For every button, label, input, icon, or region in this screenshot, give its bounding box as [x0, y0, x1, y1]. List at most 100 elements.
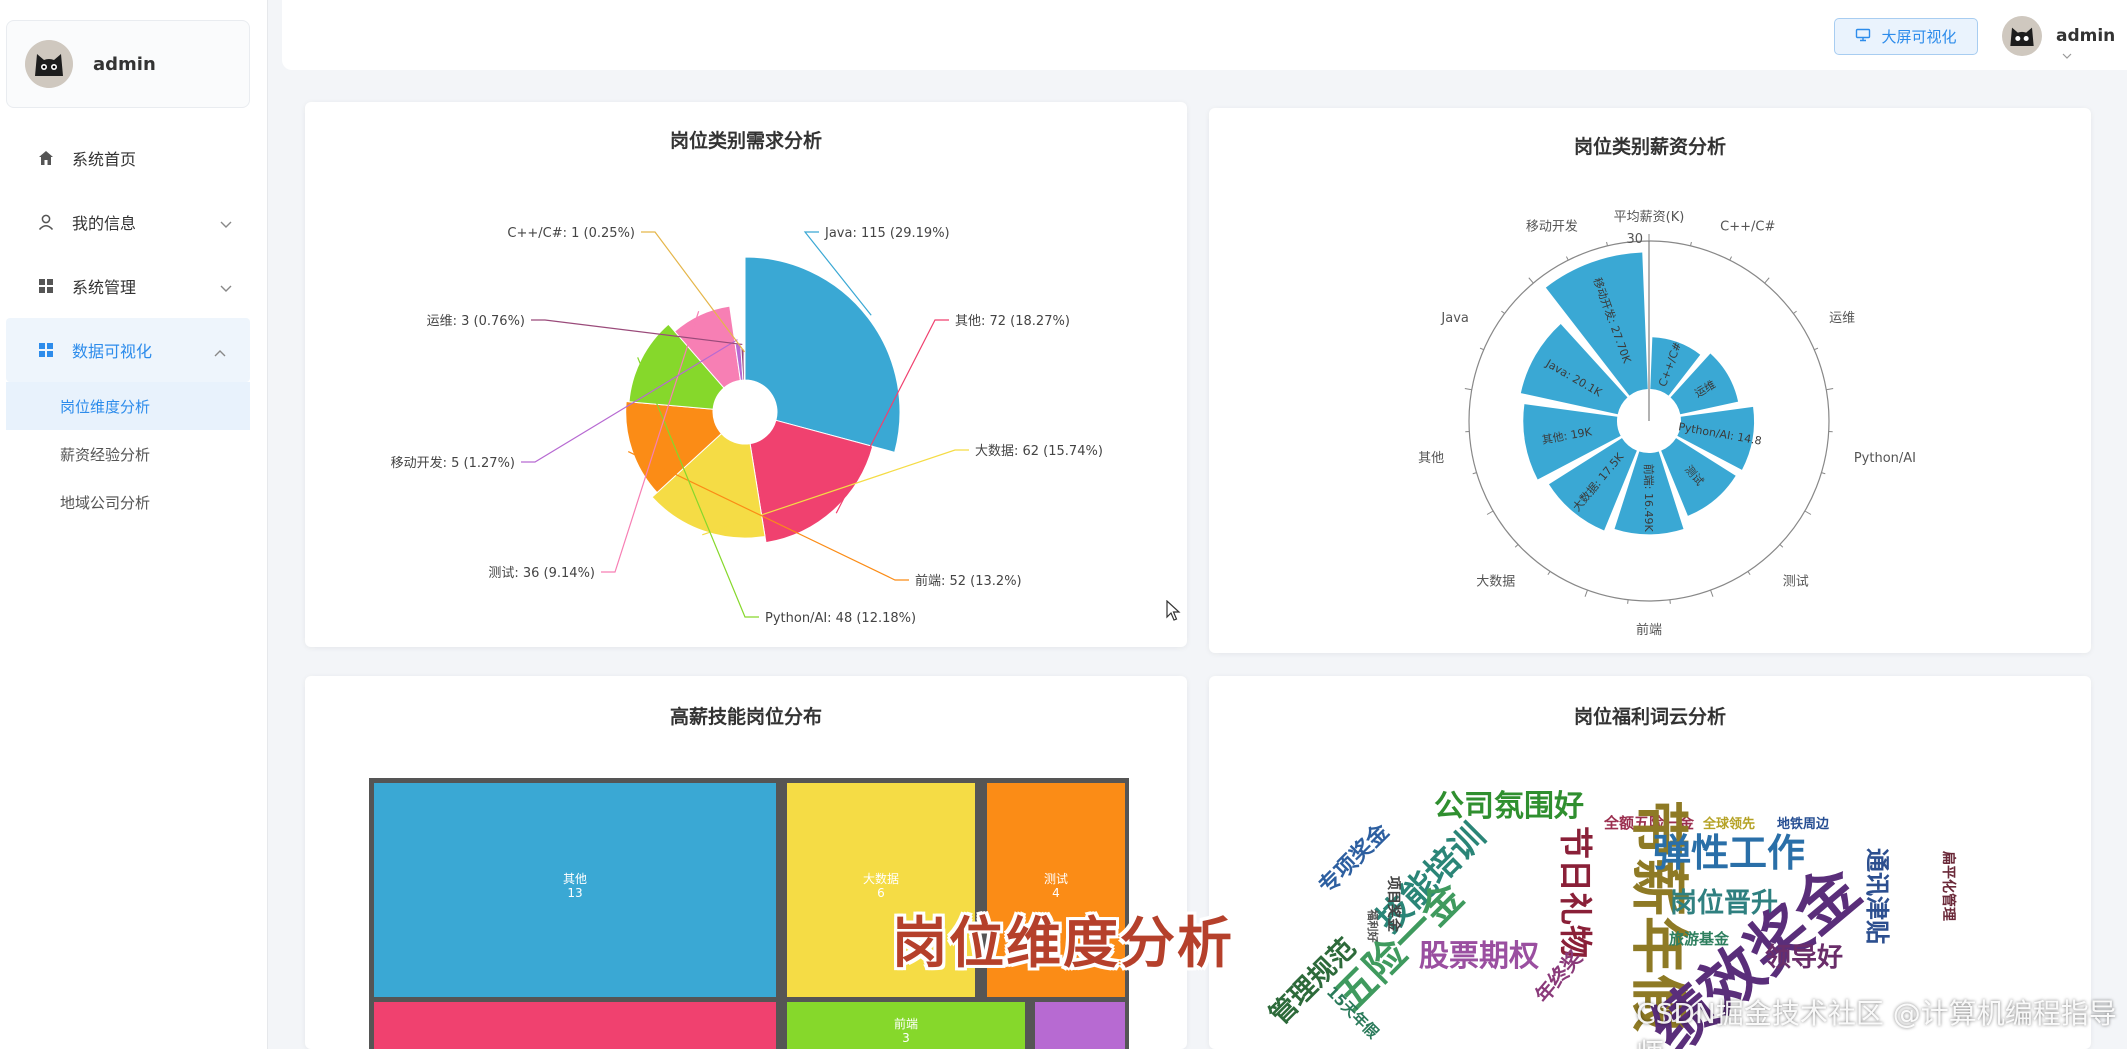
demand-chart-card: 岗位类别需求分析 Java: 115 (29.19%) 其他: 72 (18.27… [305, 102, 1187, 647]
polar-tick [1514, 544, 1519, 548]
mouse-cursor-icon [1166, 599, 1182, 626]
slice-label: C++/C#: 1 (0.25%) [507, 226, 635, 241]
sidebar-item-label: 我的信息 [72, 214, 137, 233]
polar-tick [1528, 277, 1534, 284]
treemap-cell-value: 13 [567, 886, 582, 900]
polar-bar-chart: 平均薪资(K)30C++/C#C++/C#运维运维Python/AIPython… [1418, 210, 1916, 638]
polar-tick [1821, 472, 1826, 475]
polar-tick [1479, 347, 1484, 351]
slice-label: 测试: 36 (9.14%) [488, 566, 595, 581]
sidebar-item-my-info[interactable]: 我的信息 [0, 190, 256, 254]
sidebar-item-label: 系统首页 [72, 150, 137, 169]
chevron-down-icon [2062, 44, 2072, 63]
home-icon [36, 148, 56, 168]
grid-icon [36, 276, 56, 296]
treemap-cell-value: 3 [902, 1031, 910, 1045]
polar-tick [1729, 256, 1733, 261]
bar-value-label: 前端: 16.49K [1642, 464, 1656, 533]
sidebar-item-home[interactable]: 系统首页 [0, 126, 256, 190]
polar-tick [1486, 510, 1494, 515]
radial-tick-label: 30 [1626, 232, 1643, 247]
rose-slice [743, 355, 746, 381]
treemap-cell-label: 大数据 [863, 871, 899, 886]
category-label: 测试 [1783, 574, 1809, 589]
salary-chart-card: 岗位类别薪资分析 平均薪资(K) 30 C++/C# C++/C# 运维 运维 Python… [1209, 108, 2091, 653]
polar-tick [1690, 241, 1692, 246]
cloud-word: 全球领先 [1702, 816, 1755, 832]
category-label: 其他 [1418, 451, 1444, 466]
polar-tick [1710, 589, 1714, 597]
cloud-word: 公司氛围好 [1434, 789, 1584, 824]
cloud-word: 节日礼物 [1556, 826, 1595, 958]
sidebar-item-data-visualization[interactable]: 数据可视化 [6, 318, 250, 382]
header-user-menu[interactable]: admin [2002, 16, 2116, 59]
polar-tick [1606, 241, 1608, 246]
treemap-cell-label: 前端 [894, 1016, 918, 1031]
cloud-word: 扁平化管理 [1940, 851, 1957, 921]
chevron-down-icon [220, 278, 232, 297]
big-screen-button[interactable]: 大屏可视化 [1834, 18, 1978, 55]
slice-label: 移动开发: 5 (1.27%) [391, 455, 515, 471]
sidebar-user-card[interactable]: admin [6, 20, 250, 108]
avatar [25, 40, 73, 88]
polar-tick [1747, 571, 1751, 576]
sidebar-user-name: admin [93, 53, 156, 75]
slice-label: 其他: 72 (18.27%) [955, 314, 1070, 329]
rose-slice [744, 256, 901, 453]
cloud-word: 通讯津贴 [1863, 848, 1891, 944]
video-caption-overlay: 岗位维度分析 [892, 911, 1235, 975]
category-label: Java [1440, 311, 1468, 326]
user-icon [36, 212, 56, 232]
polar-tick [1547, 571, 1551, 576]
polar-tick [1804, 510, 1812, 515]
treemap-cell-label: 测试 [1044, 871, 1068, 886]
watermark-text: CSDN掘金技术社区 @计算机编程指导师 [1636, 997, 2117, 1049]
cloud-word: 弹性工作 [1653, 831, 1805, 875]
big-screen-label: 大屏可视化 [1881, 28, 1957, 46]
category-label: 前端 [1636, 622, 1662, 638]
monitor-icon [1855, 28, 1871, 46]
treemap-cell [1035, 1002, 1125, 1049]
sidebar: admin 系统首页 我的信息 系统管理 数据可视化 岗位维度分析 薪资经验分析… [0, 0, 268, 1049]
radial-axis-name: 平均薪资(K) [1614, 210, 1685, 225]
polar-tick [1501, 310, 1505, 314]
cloud-word: 福利好 [1366, 909, 1380, 943]
polar-tick [1764, 277, 1770, 284]
avatar [2002, 16, 2042, 56]
sidebar-subitem-job-dimension[interactable]: 岗位维度分析 [6, 382, 250, 430]
grid-icon [36, 340, 56, 360]
polar-tick [1779, 544, 1784, 548]
category-label: C++/C# [1720, 220, 1775, 235]
slice-label: Java: 115 (29.19%) [824, 226, 950, 241]
cloud-word: 地铁周边 [1777, 816, 1830, 832]
treemap-chart: 其他13大数据6测试4前端3 [369, 778, 1129, 1049]
cloud-word: 股票期权 [1419, 939, 1539, 974]
polar-tick [1793, 310, 1797, 314]
cloud-word: 项目奖金 [1385, 876, 1402, 933]
sidebar-item-label: 数据可视化 [72, 342, 153, 361]
slice-label: Python/AI: 48 (12.18%) [765, 611, 916, 626]
slice-label: 前端: 52 (13.2%) [915, 573, 1022, 589]
treemap-cell-label: 其他 [563, 872, 587, 886]
treemap-chart-card: 高薪技能岗位分布 其他 13 大数据 6 测试 4 前端 3 [305, 676, 1187, 1049]
category-label: Python/AI [1854, 451, 1916, 466]
category-label: 运维 [1829, 311, 1855, 326]
cloud-word: 领导好 [1765, 942, 1843, 973]
chevron-up-icon [214, 342, 226, 361]
polar-tick [1472, 472, 1477, 475]
polar-tick [1814, 347, 1819, 351]
sidebar-subitem-region-company[interactable]: 地域公司分析 [0, 478, 256, 526]
polar-tick [1584, 589, 1588, 597]
header-user-name: admin [2056, 26, 2116, 46]
sidebar-item-system-admin[interactable]: 系统管理 [0, 254, 256, 318]
sidebar-item-label: 系统管理 [72, 278, 137, 297]
slice-label: 运维: 3 (0.76%) [427, 314, 525, 329]
chevron-down-icon [220, 214, 232, 233]
top-header: 大屏可视化 admin [282, 0, 2127, 70]
category-label: 大数据 [1476, 574, 1515, 589]
sidebar-menu: 系统首页 我的信息 系统管理 数据可视化 岗位维度分析 薪资经验分析 地域公司分… [0, 126, 256, 526]
polar-tick [1565, 256, 1569, 261]
sidebar-subitem-salary-experience[interactable]: 薪资经验分析 [0, 430, 256, 478]
polar-tick [1464, 388, 1472, 391]
rose-chart: Java: 115 (29.19%) 其他: 72 (18.27%) 大数据: 62… [391, 226, 1103, 626]
